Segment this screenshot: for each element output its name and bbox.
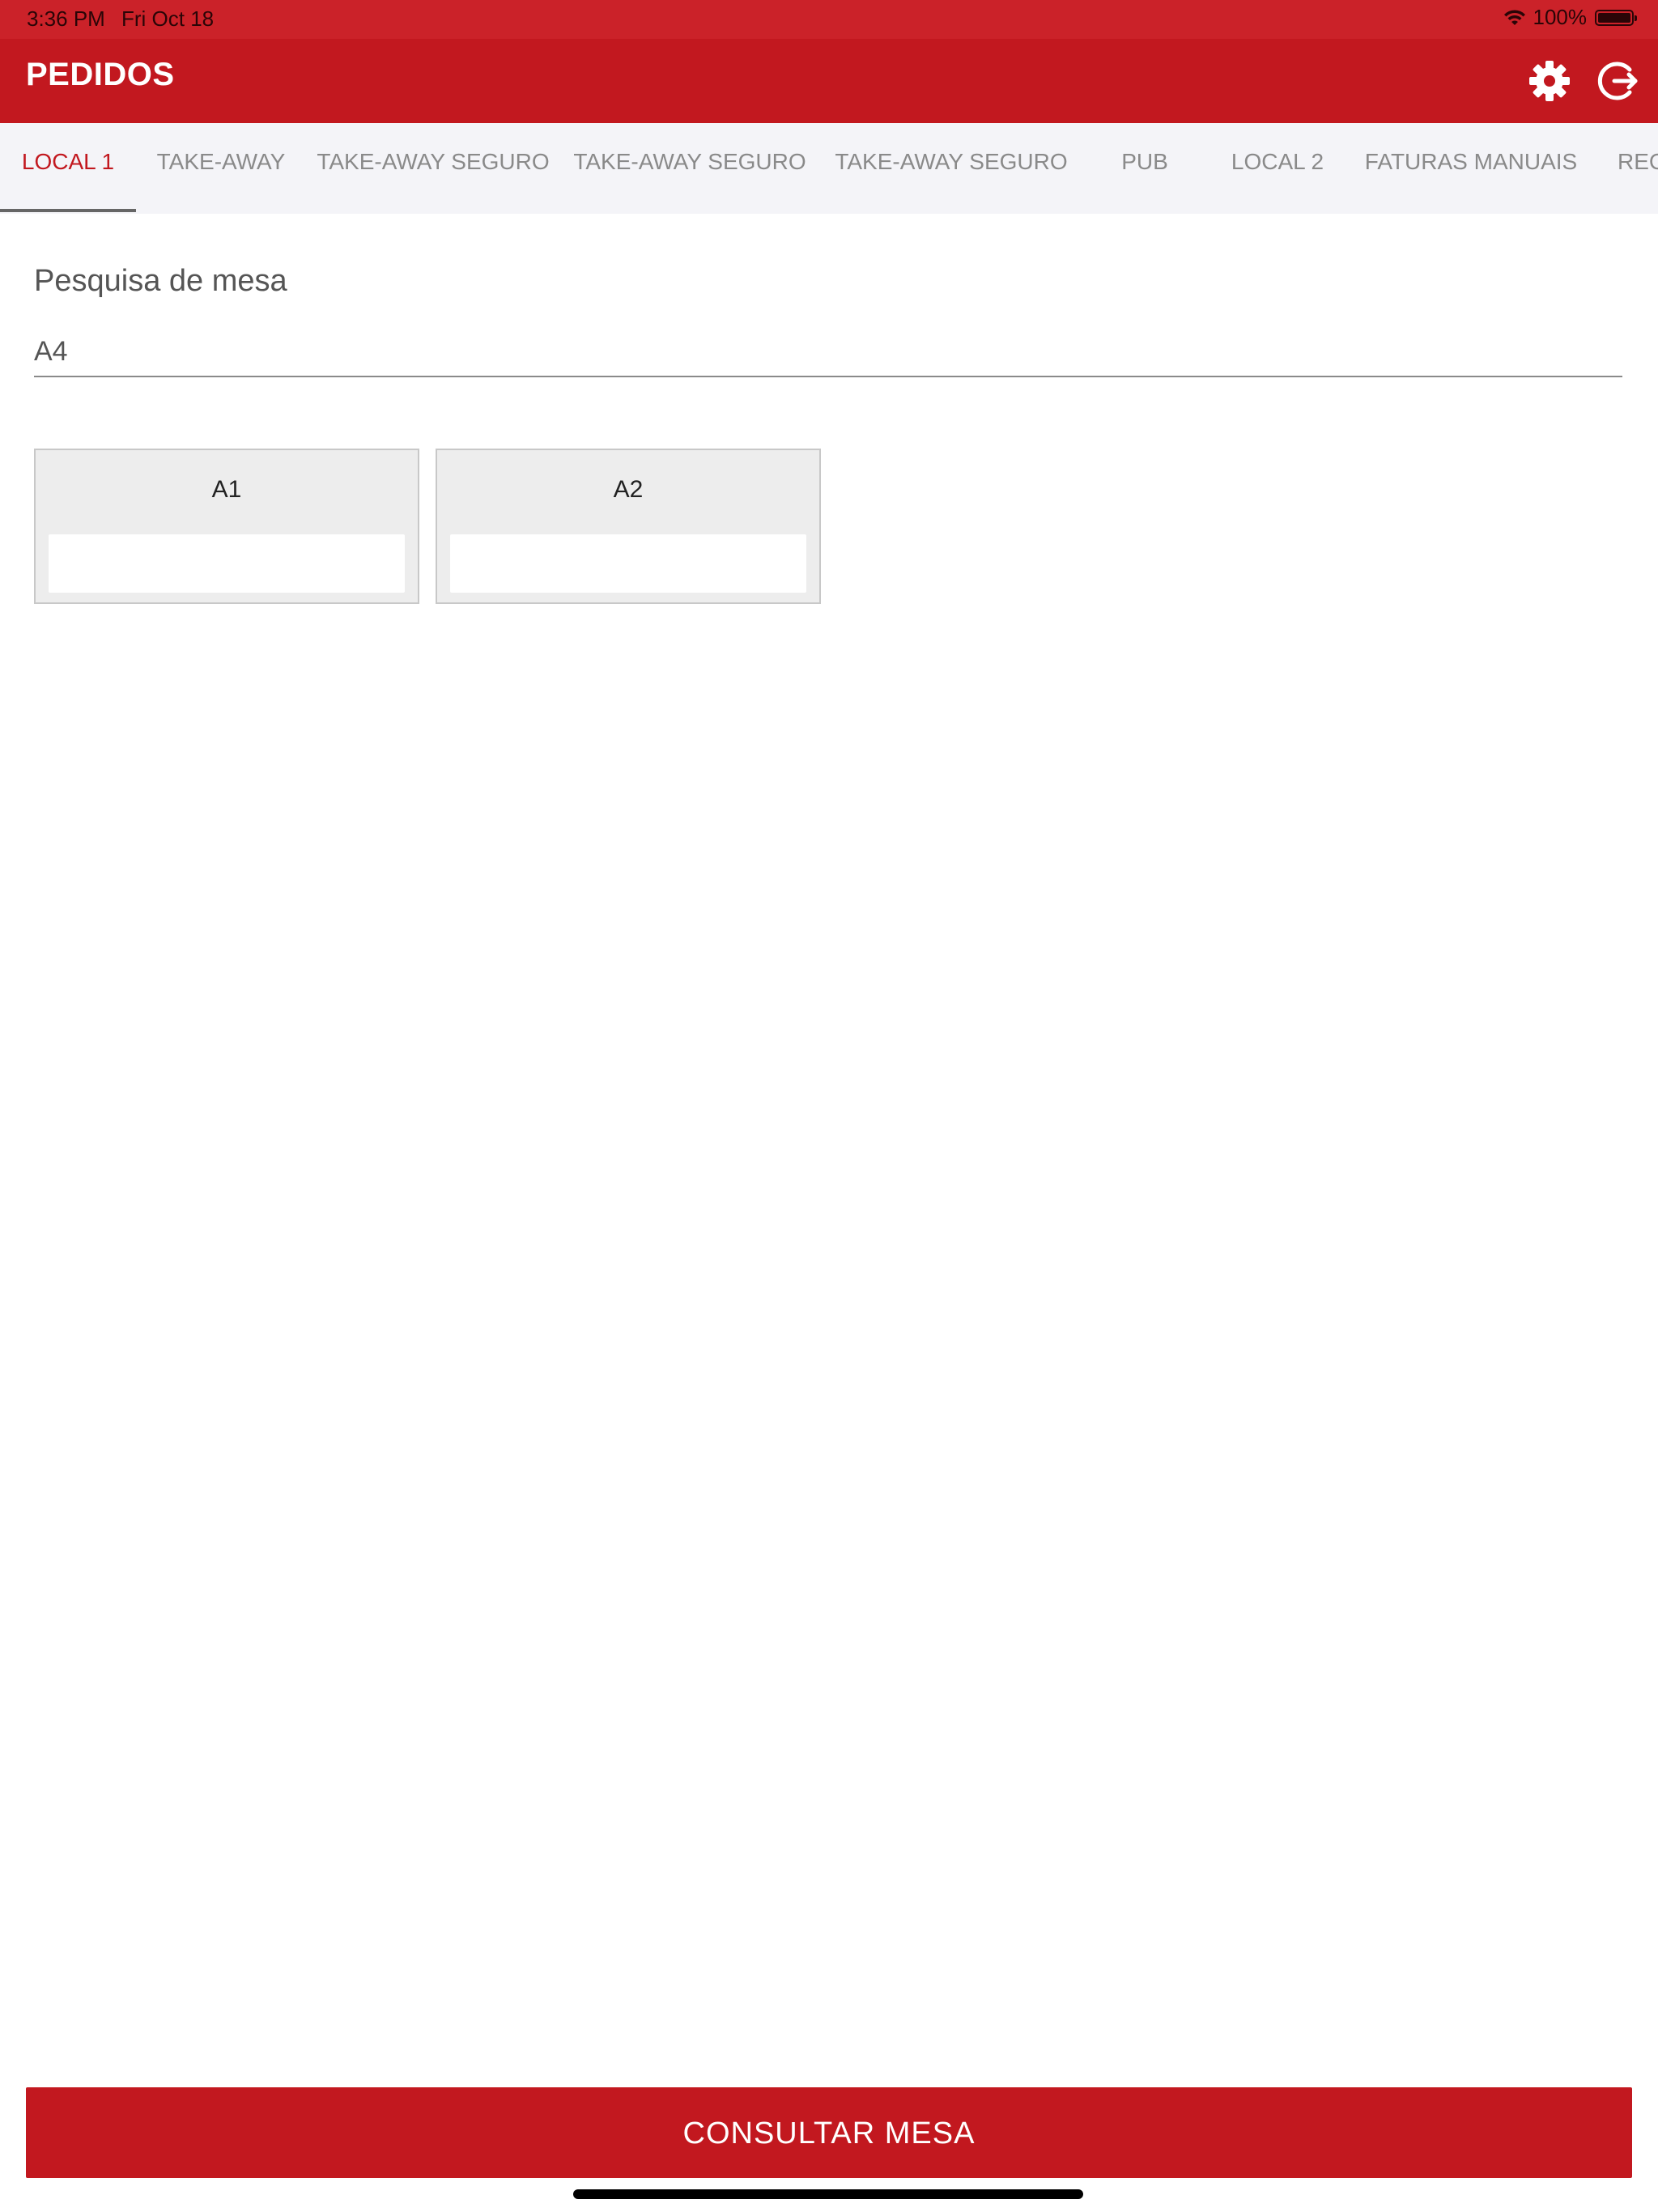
logout-icon: [1597, 62, 1638, 100]
tab-label: PUB: [1121, 149, 1168, 174]
tab-take-away-seguro-1[interactable]: TAKE-AWAY SEGURO: [306, 123, 560, 214]
tab-faturas-manuais[interactable]: FATURAS MANUAIS: [1349, 123, 1593, 214]
gear-icon: [1529, 61, 1570, 101]
status-time: 3:36 PM: [27, 6, 105, 31]
page-title: PEDIDOS: [26, 57, 175, 92]
tab-local-2[interactable]: LOCAL 2: [1206, 123, 1349, 214]
battery-icon: [1595, 9, 1637, 26]
tab-pub[interactable]: PUB: [1083, 123, 1206, 214]
tab-label: LOCAL 2: [1231, 149, 1324, 174]
battery-nub: [1635, 15, 1637, 21]
table-card-a1[interactable]: A1: [34, 449, 419, 604]
home-indicator[interactable]: [573, 2189, 1083, 2199]
battery-percent: 100%: [1533, 5, 1588, 29]
tab-bar: LOCAL 1 TAKE-AWAY TAKE-AWAY SEGURO TAKE-…: [0, 123, 1658, 214]
logout-button[interactable]: [1595, 57, 1643, 105]
status-date: Fri Oct 18: [121, 6, 215, 31]
table-name: A2: [613, 476, 644, 503]
tab-label: LOCAL 1: [21, 149, 115, 174]
table-card-a2[interactable]: A2: [436, 449, 821, 604]
consult-table-button[interactable]: CONSULTAR MESA: [26, 2087, 1632, 2178]
app-header: PEDIDOS: [0, 39, 1658, 123]
tab-rec[interactable]: REC: [1593, 123, 1658, 214]
tab-label: TAKE-AWAY SEGURO: [835, 149, 1068, 174]
battery-fill: [1598, 12, 1630, 23]
table-name: A1: [211, 476, 242, 503]
tab-take-away-seguro-2[interactable]: TAKE-AWAY SEGURO: [560, 123, 819, 214]
status-right: 100%: [1503, 5, 1637, 30]
settings-button[interactable]: [1525, 57, 1574, 105]
search-label: Pesquisa de mesa: [34, 264, 287, 298]
tab-take-away[interactable]: TAKE-AWAY: [136, 123, 306, 214]
active-tab-indicator: [0, 209, 136, 212]
tab-label: TAKE-AWAY SEGURO: [317, 149, 550, 174]
tab-label: TAKE-AWAY SEGURO: [573, 149, 806, 174]
tab-local-1[interactable]: LOCAL 1: [0, 123, 136, 214]
table-info-slot: [49, 534, 405, 593]
tab-label: TAKE-AWAY: [156, 149, 286, 174]
table-info-slot: [450, 534, 806, 593]
tab-label: FATURAS MANUAIS: [1364, 149, 1578, 174]
table-search-input[interactable]: [34, 327, 1622, 377]
wifi-icon: [1503, 9, 1525, 25]
tab-take-away-seguro-3[interactable]: TAKE-AWAY SEGURO: [819, 123, 1083, 214]
tab-label: REC: [1618, 149, 1658, 174]
status-bar: 3:36 PM Fri Oct 18 100%: [0, 0, 1658, 39]
